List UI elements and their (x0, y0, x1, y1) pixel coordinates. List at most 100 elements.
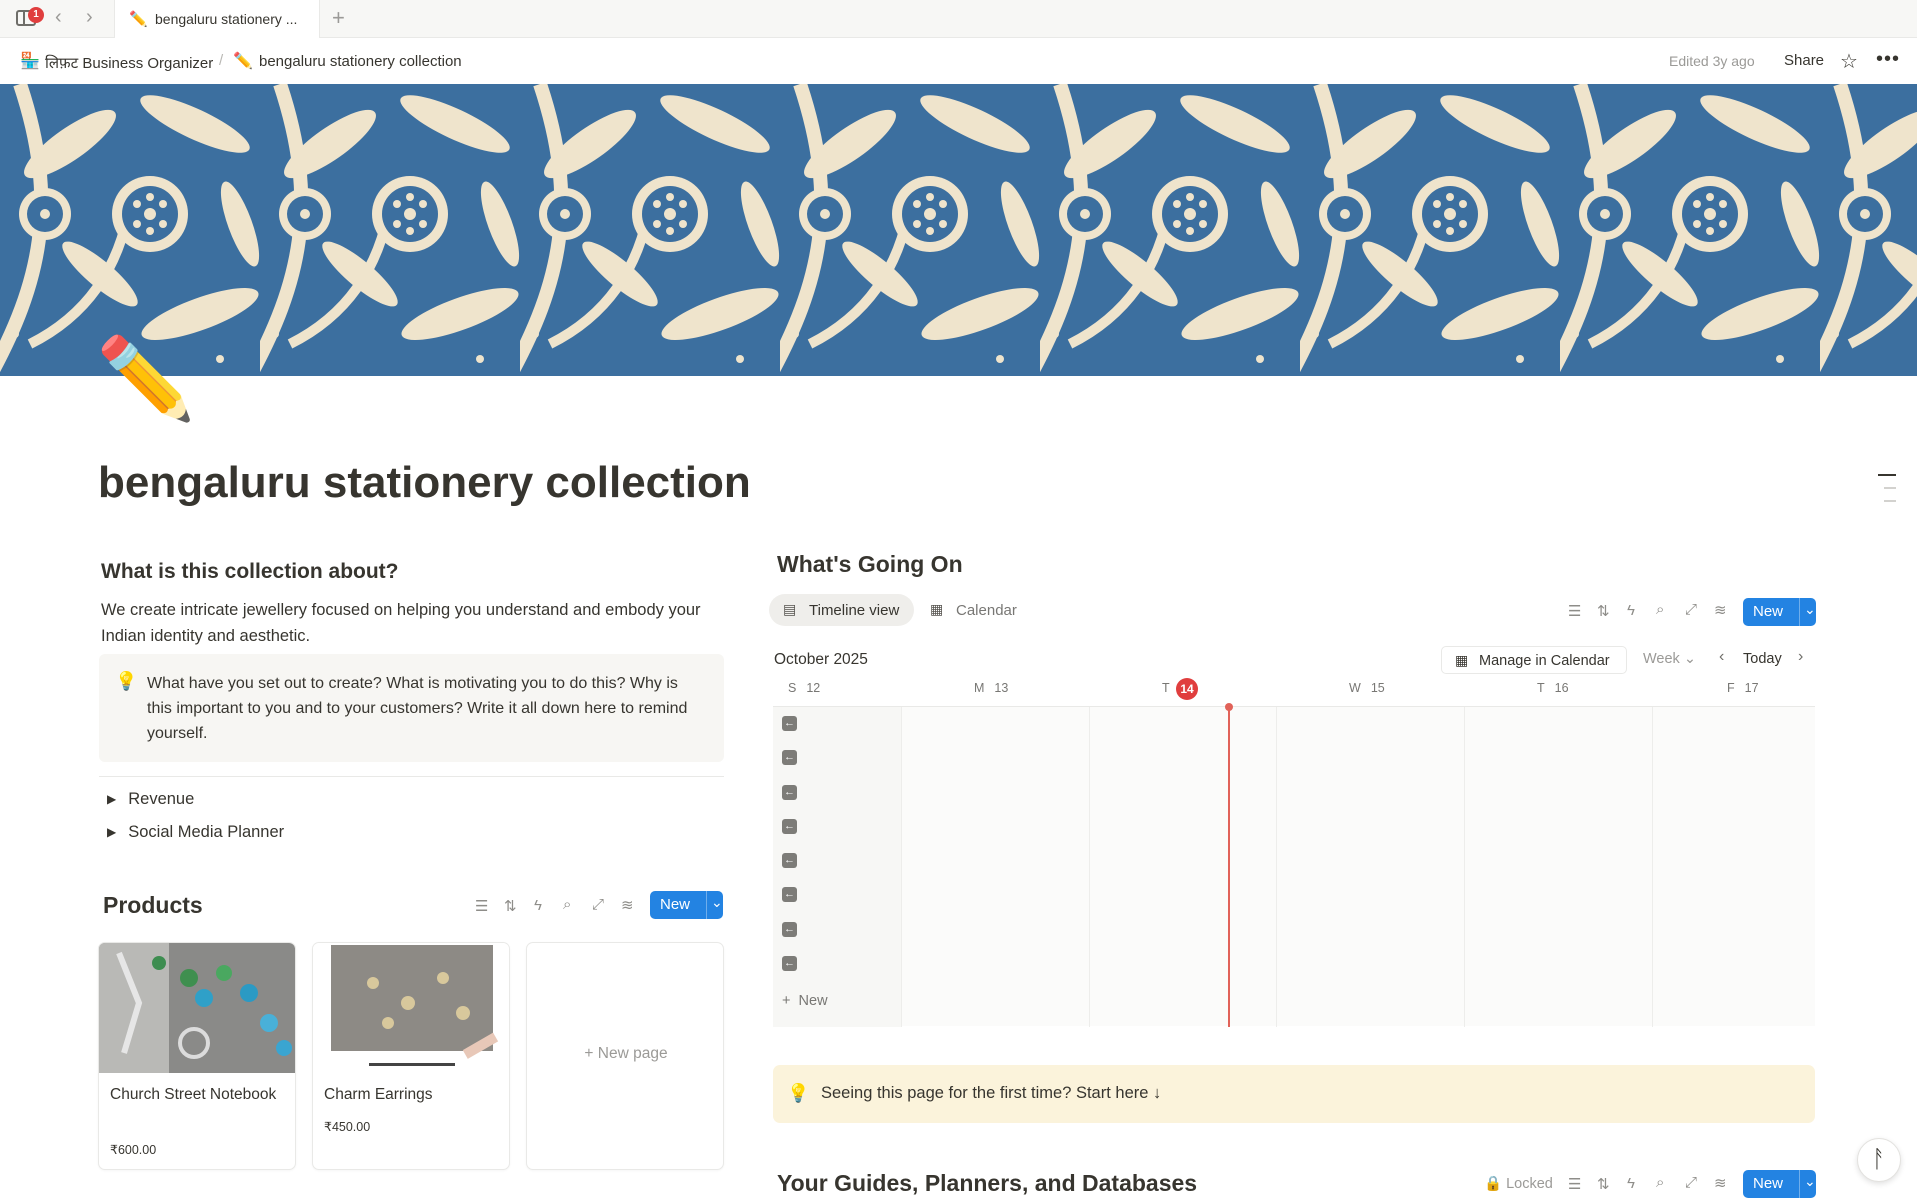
card-title: Charm Earrings (324, 1086, 433, 1103)
tab-active[interactable]: ✏️ bengaluru stationery ... (114, 0, 320, 38)
chevron-left-icon[interactable]: ‹ (1719, 648, 1724, 666)
about-heading: What is this collection about? (101, 560, 399, 583)
help-assistant-icon[interactable]: ᚨ (1857, 1138, 1901, 1182)
triangle-right-icon[interactable]: ▶ (107, 825, 116, 839)
tab-label: Timeline view (809, 602, 900, 619)
sort-icon[interactable]: ⇅ (1597, 1175, 1610, 1193)
automation-icon[interactable]: ϟ (1627, 602, 1635, 619)
pencil-icon: ✏️ (233, 53, 253, 70)
breadcrumb-page[interactable]: bengaluru stationery collection (259, 53, 462, 70)
guides-new-button[interactable]: New ⌄ (1743, 1170, 1816, 1198)
guides-heading[interactable]: Your Guides, Planners, and Databases (777, 1170, 1197, 1197)
chevron-right-icon[interactable]: › (1798, 648, 1803, 666)
floral-pattern (0, 84, 1917, 376)
chevron-down-icon[interactable]: ⌄ (1804, 601, 1816, 618)
current-time-dot (1225, 703, 1233, 711)
arrow-left-icon[interactable]: ← (782, 750, 797, 765)
star-icon[interactable]: ☆ (1840, 49, 1858, 74)
timeline-grid[interactable]: ← ← ← ← ← ← ← ← + New (773, 703, 1815, 1027)
new-label: New (1753, 603, 1784, 620)
arrow-left-icon[interactable]: ← (782, 819, 797, 834)
whats-going-on-heading[interactable]: What's Going On (777, 551, 963, 578)
today-button[interactable]: Today (1743, 651, 1782, 667)
lock-icon: 🔒 (1484, 1176, 1503, 1192)
edited-timestamp: Edited 3y ago (1669, 53, 1755, 69)
settings-icon[interactable]: ≋ (621, 896, 634, 914)
automation-icon[interactable]: ϟ (534, 897, 542, 914)
top-bar: 🏪 लिफ़ट Business Organizer / ✏️ bengalur… (0, 38, 1917, 84)
breadcrumb-workspace[interactable]: लिफ़ट Business Organizer (45, 53, 213, 73)
arrow-left-icon[interactable]: ← (782, 887, 797, 902)
search-icon[interactable]: ⌕ (1656, 1174, 1664, 1191)
settings-icon[interactable]: ≋ (1714, 1174, 1727, 1192)
timeline-new-button[interactable]: New ⌄ (1743, 598, 1816, 626)
manage-in-calendar-button[interactable]: ▦ Manage in Calendar (1441, 646, 1627, 674)
plus-icon: + (782, 993, 799, 1009)
arrow-left-icon[interactable]: ← (782, 922, 797, 937)
tab-timeline-view[interactable]: ▤ Timeline view (769, 594, 914, 626)
lightbulb-icon: 💡 (787, 1083, 810, 1103)
toc-indicator[interactable] (1878, 474, 1896, 476)
day-label: T (1162, 681, 1170, 695)
page-title[interactable]: bengaluru stationery collection (98, 458, 751, 508)
day-label: S 12 (788, 681, 821, 695)
timeline-new-row[interactable]: + New (782, 993, 828, 1009)
plus-icon[interactable]: + (332, 5, 345, 31)
tab-label: Calendar (956, 602, 1017, 619)
filter-icon[interactable]: ☰ (1568, 602, 1581, 620)
settings-icon[interactable]: ≋ (1714, 601, 1727, 619)
earrings-photo (313, 943, 509, 1073)
jewellery-photo (99, 943, 295, 1073)
chevron-down-icon[interactable]: ⌄ (711, 894, 723, 911)
card-price: ₹600.00 (110, 1143, 157, 1157)
expand-icon[interactable]: ⤢ (1685, 601, 1697, 618)
toggle-revenue[interactable]: ▶ Revenue (107, 790, 194, 809)
arrow-left-icon[interactable]: ← (782, 716, 797, 731)
products-heading[interactable]: Products (103, 892, 203, 919)
chevron-left-icon[interactable]: ‹ (55, 7, 62, 27)
calendar-icon: ▦ (1455, 652, 1469, 668)
products-new-button[interactable]: New ⌄ (650, 891, 723, 919)
cover-image[interactable] (0, 84, 1917, 376)
toc-indicator[interactable] (1884, 487, 1896, 489)
week-selector[interactable]: Week ⌄ (1643, 651, 1696, 667)
new-page-label[interactable]: + New page (527, 1045, 723, 1063)
triangle-right-icon[interactable]: ▶ (107, 792, 116, 806)
day-label: F 17 (1727, 681, 1759, 695)
grid-line (1464, 707, 1465, 1027)
notification-badge[interactable]: 1 (28, 7, 44, 23)
month-label: October 2025 (774, 651, 868, 668)
locked-indicator[interactable]: 🔒 Locked (1484, 1175, 1553, 1192)
search-icon[interactable]: ⌕ (1656, 601, 1664, 618)
expand-icon[interactable]: ⤢ (592, 896, 604, 913)
page-icon[interactable]: ✏️ (96, 334, 196, 424)
tab-calendar[interactable]: ▦ Calendar (916, 594, 1036, 626)
tab-bar: 1 ‹ › ✏️ bengaluru stationery ... + (0, 0, 1917, 38)
filter-icon[interactable]: ☰ (1568, 1175, 1581, 1193)
callout-text[interactable]: Seeing this page for the first time? Sta… (821, 1084, 1161, 1103)
more-icon[interactable]: ••• (1876, 48, 1900, 71)
filter-icon[interactable]: ☰ (475, 897, 488, 915)
sort-icon[interactable]: ⇅ (1597, 602, 1610, 620)
button-separator (706, 891, 707, 919)
arrow-left-icon[interactable]: ← (782, 785, 797, 800)
chevron-down-icon[interactable]: ⌄ (1804, 1173, 1816, 1190)
day-label: T 16 (1537, 681, 1569, 695)
grid-line (1089, 707, 1090, 1027)
arrow-left-icon[interactable]: ← (782, 853, 797, 868)
new-page-card[interactable]: + New page (526, 942, 724, 1170)
breadcrumb-separator: / (219, 52, 224, 69)
arrow-left-icon[interactable]: ← (782, 956, 797, 971)
search-icon[interactable]: ⌕ (563, 896, 571, 913)
product-card[interactable]: Church Street Notebook ₹600.00 (98, 942, 296, 1170)
expand-icon[interactable]: ⤢ (1685, 1174, 1697, 1191)
automation-icon[interactable]: ϟ (1627, 1175, 1635, 1192)
sort-icon[interactable]: ⇅ (504, 897, 517, 915)
toc-indicator[interactable] (1884, 500, 1896, 502)
product-card[interactable]: Charm Earrings ₹450.00 (312, 942, 510, 1170)
chevron-right-icon[interactable]: › (86, 7, 93, 27)
share-button[interactable]: Share (1784, 52, 1824, 69)
current-time-line (1228, 707, 1230, 1027)
button-separator (1799, 1170, 1800, 1198)
toggle-social-media-planner[interactable]: ▶ Social Media Planner (107, 823, 284, 842)
